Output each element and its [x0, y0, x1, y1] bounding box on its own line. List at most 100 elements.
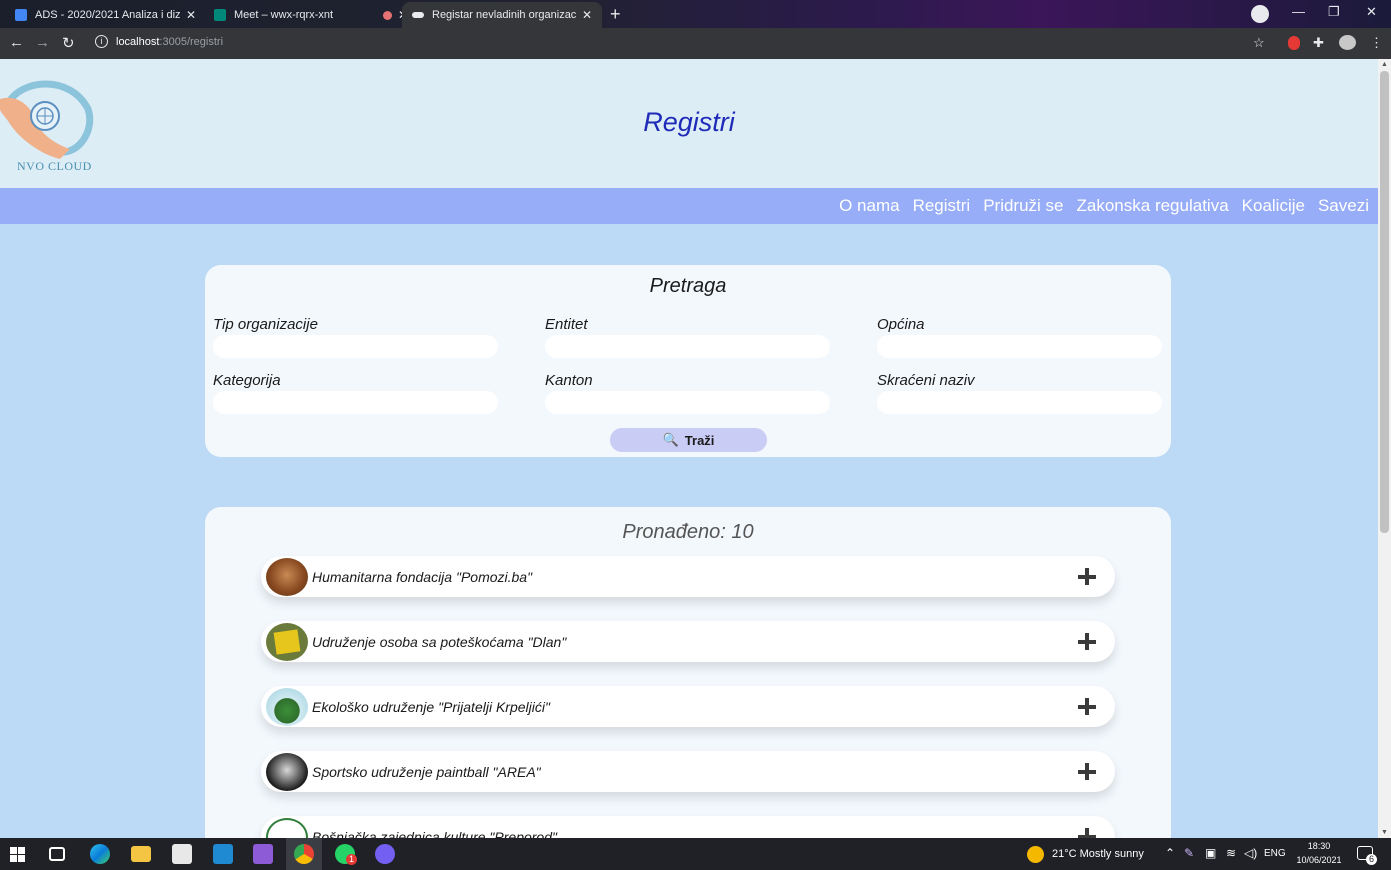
site-info-icon[interactable]: i: [95, 35, 108, 48]
tray-chevron-up-icon[interactable]: ⌃: [1165, 846, 1175, 860]
windows-taskbar: 1 21°C Mostly sunny ⌃ ✎ ▣ ≋ ◁) ENG 18:30…: [0, 838, 1391, 870]
close-tab-icon[interactable]: ✕: [582, 8, 592, 22]
vscode-icon[interactable]: [213, 844, 233, 864]
search-button-label: Traži: [684, 432, 715, 448]
weather-text[interactable]: 21°C Mostly sunny: [1052, 848, 1144, 860]
forward-icon[interactable]: →: [35, 34, 50, 51]
visual-studio-icon[interactable]: [253, 844, 273, 864]
page-scrollbar[interactable]: ▲ ▼: [1378, 59, 1391, 838]
scrollbar-thumb[interactable]: [1380, 71, 1389, 533]
list-item[interactable]: Bošnjačka zajednica kulture "Preporod": [261, 816, 1115, 838]
tab-meet[interactable]: Meet – wwx-rqrx-xnt ✕: [204, 2, 418, 28]
volume-icon[interactable]: ◁): [1244, 846, 1257, 860]
file-explorer-icon[interactable]: [131, 846, 151, 862]
meet-favicon-icon: [214, 9, 226, 21]
back-icon[interactable]: ←: [9, 34, 24, 51]
expand-plus-icon[interactable]: [1077, 827, 1097, 838]
tab-ads[interactable]: ADS - 2020/2021 Analiza i dizajn ✕: [5, 2, 206, 28]
extensions-puzzle-icon[interactable]: ✚: [1313, 35, 1324, 51]
search-title: Pretraga: [649, 275, 727, 297]
weather-sun-icon[interactable]: [1027, 846, 1044, 863]
scroll-down-arrow-icon[interactable]: ▼: [1381, 829, 1388, 836]
classroom-favicon-icon: [15, 9, 27, 21]
tab-search-icon[interactable]: [1251, 5, 1269, 23]
org-avatar: [266, 752, 308, 791]
task-view-icon[interactable]: [49, 847, 65, 861]
browser-tab-bar: ADS - 2020/2021 Analiza i dizajn ✕ Meet …: [0, 0, 1391, 28]
expand-plus-icon[interactable]: [1077, 632, 1097, 652]
minimize-icon[interactable]: —: [1292, 4, 1305, 19]
nav-link-koalicije[interactable]: Koalicije: [1242, 196, 1305, 216]
recording-icon: [383, 10, 392, 20]
logo-text: NVO CLOUD: [17, 159, 92, 173]
scroll-up-arrow-icon[interactable]: ▲: [1381, 61, 1388, 68]
org-name: Sportsko udruženje paintball "AREA": [312, 763, 541, 780]
expand-plus-icon[interactable]: [1077, 697, 1097, 717]
opcina-input[interactable]: [877, 335, 1162, 358]
tip-organizacije-label: Tip organizacije: [213, 316, 318, 333]
url-field[interactable]: i localhost:3005/registri: [95, 35, 223, 48]
org-avatar: [266, 622, 308, 661]
expand-plus-icon[interactable]: [1077, 567, 1097, 587]
org-name: Bošnjačka zajednica kulture "Preporod": [312, 828, 557, 839]
wifi-icon[interactable]: ≋: [1226, 846, 1236, 860]
notifications-badge: 6: [1366, 854, 1377, 865]
clock-date[interactable]: 10/06/2021: [1292, 855, 1346, 865]
meet-now-icon[interactable]: ▣: [1205, 846, 1216, 860]
main-nav: O nama Registri Pridruži se Zakonska reg…: [0, 188, 1378, 224]
magnifier-icon: 🔍: [662, 432, 679, 447]
whatsapp-badge: 1: [346, 854, 357, 865]
url-host: localhost: [116, 35, 160, 48]
expand-plus-icon[interactable]: [1077, 762, 1097, 782]
tab-registar[interactable]: Registar nevladinih organizacija ✕: [402, 2, 602, 28]
nav-link-savezi[interactable]: Savezi: [1318, 196, 1369, 216]
list-item[interactable]: Humanitarna fondacija "Pomozi.ba": [261, 556, 1115, 597]
viber-icon[interactable]: [375, 844, 395, 864]
entitet-input[interactable]: [545, 335, 830, 358]
tab-title: Registar nevladinih organizacija: [432, 9, 576, 21]
search-button[interactable]: 🔍 Traži: [610, 428, 767, 452]
kategorija-input[interactable]: [213, 391, 498, 414]
close-tab-icon[interactable]: ✕: [186, 8, 196, 22]
clock-time[interactable]: 18:30: [1292, 841, 1346, 851]
org-avatar: [266, 687, 308, 726]
nav-link-o-nama[interactable]: O nama: [839, 196, 899, 216]
kanton-label: Kanton: [545, 372, 593, 389]
nav-link-registri[interactable]: Registri: [913, 196, 971, 216]
site-header: NVO CLOUD Registri: [0, 59, 1378, 188]
pen-icon[interactable]: ✎: [1184, 846, 1194, 860]
tip-organizacije-input[interactable]: [213, 335, 498, 358]
new-tab-button[interactable]: +: [610, 5, 621, 23]
close-window-icon[interactable]: ✕: [1366, 4, 1377, 20]
url-path: :3005/registri: [159, 35, 224, 48]
restore-icon[interactable]: ❐: [1328, 4, 1340, 20]
address-bar-row: ← → ↻ i localhost:3005/registri ☆ ✚ ⋮: [0, 28, 1391, 59]
language-indicator[interactable]: ENG: [1264, 848, 1286, 859]
tab-title: ADS - 2020/2021 Analiza i dizajn: [35, 9, 180, 21]
results-panel: Pronađeno: 10 Humanitarna fondacija "Pom…: [205, 507, 1171, 838]
profile-avatar-icon[interactable]: [1339, 35, 1356, 50]
menu-kebab-icon[interactable]: ⋮: [1370, 35, 1383, 51]
tab-title: Meet – wwx-rqrx-xnt: [234, 9, 334, 21]
list-item[interactable]: Sportsko udruženje paintball "AREA": [261, 751, 1115, 792]
list-item[interactable]: Ekološko udruženje "Prijatelji Krpeljići…: [261, 686, 1115, 727]
bookmark-star-icon[interactable]: ☆: [1253, 35, 1265, 51]
chrome-icon[interactable]: [294, 844, 314, 864]
skraceni-naziv-label: Skraćeni naziv: [877, 372, 975, 389]
kanton-input[interactable]: [545, 391, 830, 414]
nav-link-pridruzi-se[interactable]: Pridruži se: [983, 196, 1063, 216]
skraceni-naziv-input[interactable]: [877, 391, 1162, 414]
reload-icon[interactable]: ↻: [62, 34, 75, 52]
org-name: Ekološko udruženje "Prijatelji Krpeljići…: [312, 698, 550, 715]
org-name: Humanitarna fondacija "Pomozi.ba": [312, 568, 533, 585]
entitet-label: Entitet: [545, 316, 588, 333]
edge-icon[interactable]: [90, 844, 110, 864]
store-icon[interactable]: [172, 844, 192, 864]
opcina-label: Općina: [877, 316, 925, 333]
nav-link-zakonska-regulativa[interactable]: Zakonska regulativa: [1077, 196, 1229, 216]
windows-start-icon[interactable]: [10, 847, 25, 862]
search-panel: Pretraga Tip organizacije Entitet Općina…: [205, 265, 1171, 457]
list-item[interactable]: Udruženje osoba sa poteškoćama "Dlan": [261, 621, 1115, 662]
extension-adblock-icon[interactable]: [1288, 36, 1300, 50]
page-viewport: NVO CLOUD Registri O nama Registri Pridr…: [0, 59, 1378, 838]
